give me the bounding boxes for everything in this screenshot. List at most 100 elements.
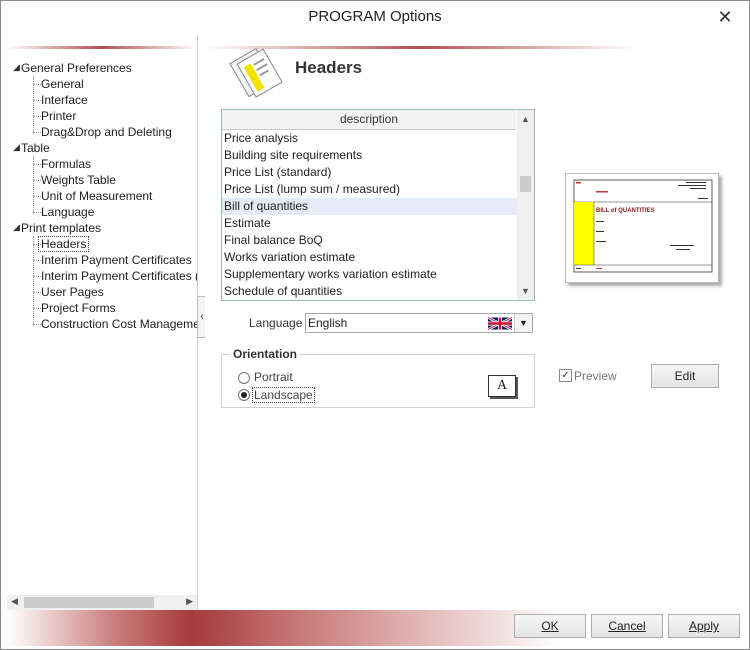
- tree-connector: [33, 164, 41, 165]
- tree-horizontal-scrollbar[interactable]: ◀ ▶: [7, 595, 197, 610]
- edit-button[interactable]: Edit: [651, 364, 719, 388]
- list-item[interactable]: Bill of quantities: [222, 198, 518, 215]
- scroll-up-icon[interactable]: ▲: [521, 114, 530, 124]
- orientation-group: Orientation Portrait Landscape A: [221, 347, 535, 408]
- ok-button[interactable]: OK: [514, 614, 586, 638]
- tree-item[interactable]: Formulas: [41, 156, 91, 172]
- tree-connector: [33, 260, 41, 261]
- expand-triangle-icon[interactable]: ◢: [13, 62, 20, 73]
- ok-label: OK: [541, 619, 559, 633]
- landscape-orientation-icon: A: [488, 375, 516, 397]
- close-icon[interactable]: ✕: [711, 5, 739, 29]
- tree-item[interactable]: Interface: [41, 92, 88, 108]
- chevron-down-icon[interactable]: ▼: [514, 314, 532, 332]
- scrollbar-thumb[interactable]: [520, 176, 531, 192]
- language-select[interactable]: English ▼: [305, 313, 533, 333]
- tree-item-label: Table: [21, 141, 50, 155]
- scroll-down-icon[interactable]: ▼: [521, 286, 530, 296]
- landscape-radio[interactable]: [238, 389, 250, 401]
- scrollbar-thumb[interactable]: [24, 597, 154, 608]
- cancel-button[interactable]: Cancel: [591, 614, 663, 638]
- tree-connector: [33, 308, 41, 309]
- tree-item[interactable]: Project Forms: [41, 300, 116, 316]
- column-header-description[interactable]: description: [222, 110, 516, 130]
- tree-connector: [33, 84, 41, 85]
- tree-item[interactable]: General: [41, 76, 84, 92]
- scroll-right-icon[interactable]: ▶: [186, 596, 193, 607]
- list-item[interactable]: Final balance BoQ: [222, 232, 518, 249]
- tree-item[interactable]: Drag&Drop and Deleting: [41, 124, 172, 140]
- list-item[interactable]: Schedule of quantities: [222, 283, 518, 300]
- tree-item[interactable]: Headers: [38, 236, 90, 252]
- preview-label[interactable]: Preview: [574, 369, 617, 383]
- landscape-label[interactable]: Landscape: [252, 387, 315, 403]
- header-preview-thumbnail: BILL of QUANTITIES: [565, 173, 719, 283]
- tree-connector: [33, 292, 41, 293]
- scroll-left-icon[interactable]: ◀: [11, 596, 18, 607]
- tree-connector: [33, 180, 41, 181]
- header-types-list[interactable]: description Price analysis Building site …: [221, 109, 535, 301]
- tree-item[interactable]: User Pages: [41, 284, 104, 300]
- tree-connector: [33, 132, 41, 133]
- expand-triangle-icon[interactable]: ◢: [13, 142, 20, 153]
- expand-triangle-icon[interactable]: ◢: [13, 222, 20, 233]
- uk-flag-icon: [488, 317, 512, 330]
- list-vertical-scrollbar[interactable]: ▲ ▼: [517, 110, 534, 300]
- title-bar: PROGRAM Options ✕: [1, 1, 749, 33]
- tree-connector: [33, 236, 34, 324]
- tree-item-label: Drag&Drop and Deleting: [41, 125, 172, 139]
- tree-divider: [7, 46, 197, 49]
- tree-item-label: General Preferences: [21, 61, 132, 75]
- list-item[interactable]: Price List (standard): [222, 164, 518, 181]
- options-window: PROGRAM Options ✕ ◢ General Preferences Ge…: [0, 0, 750, 650]
- orientation-title: Orientation: [230, 347, 301, 361]
- tree-item-label: Interim Payment Certificates: [41, 253, 192, 267]
- tree-connector: [33, 212, 41, 213]
- radio-selected-dot: [241, 392, 247, 398]
- tree-item-label: Interim Payment Certificates (E: [41, 269, 197, 283]
- list-item[interactable]: Supplementary works variation estimate: [222, 266, 518, 283]
- portrait-radio[interactable]: [238, 372, 250, 384]
- cancel-label: Cancel: [608, 619, 646, 633]
- tree-connector: [33, 324, 41, 325]
- apply-button[interactable]: Apply: [668, 614, 740, 638]
- tree-item-label: Printer: [41, 109, 77, 123]
- tree-item[interactable]: Weights Table: [41, 172, 116, 188]
- list-item[interactable]: Building site requirements: [222, 147, 518, 164]
- tree-connector: [33, 156, 34, 212]
- tree-item[interactable]: Table: [21, 140, 50, 156]
- tree-item[interactable]: Printer: [41, 108, 76, 124]
- list-item[interactable]: Works variation estimate: [222, 249, 518, 266]
- tree-item-label: General: [41, 77, 84, 91]
- tree-item-label: User Pages: [41, 285, 104, 299]
- portrait-label[interactable]: Portrait: [254, 370, 293, 384]
- tree-item-label: Project Forms: [41, 301, 116, 315]
- tree-item[interactable]: Language: [41, 204, 94, 220]
- tree-item[interactable]: General Preferences: [21, 60, 132, 76]
- tree-item-label: Interface: [41, 93, 88, 107]
- apply-label: Apply: [688, 619, 720, 633]
- window-title: PROGRAM Options: [308, 8, 442, 25]
- tree-connector: [33, 116, 41, 117]
- preview-checkbox[interactable]: ✓: [559, 369, 572, 382]
- language-label: Language: [249, 316, 303, 330]
- tree-item-label: Weights Table: [41, 173, 116, 187]
- tree-item[interactable]: Construction Cost Managemen: [41, 316, 197, 332]
- tree-item[interactable]: Interim Payment Certificates: [41, 252, 192, 268]
- page-title: Headers: [295, 58, 363, 77]
- tree-item[interactable]: Unit of Measurement: [41, 188, 152, 204]
- tree-connector: [33, 76, 34, 132]
- list-body: Price analysis Building site requirements…: [222, 130, 518, 300]
- list-item[interactable]: Price List (lump sum / measured): [222, 181, 518, 198]
- tree-connector: [33, 196, 41, 197]
- tree-item-label: Formulas: [41, 157, 92, 171]
- tree-item[interactable]: Print templates: [21, 220, 101, 236]
- tree-item[interactable]: Interim Payment Certificates (E: [41, 268, 197, 284]
- preview-doc-title: BILL of QUANTITIES: [596, 208, 655, 214]
- tree-item-label: Headers: [38, 236, 90, 252]
- list-item[interactable]: Price analysis: [222, 130, 518, 147]
- tree-item-label: Construction Cost Managemen: [41, 317, 197, 331]
- list-item[interactable]: Estimate: [222, 215, 518, 232]
- documents-icon: [229, 47, 283, 98]
- tree-item-label: Print templates: [21, 221, 102, 235]
